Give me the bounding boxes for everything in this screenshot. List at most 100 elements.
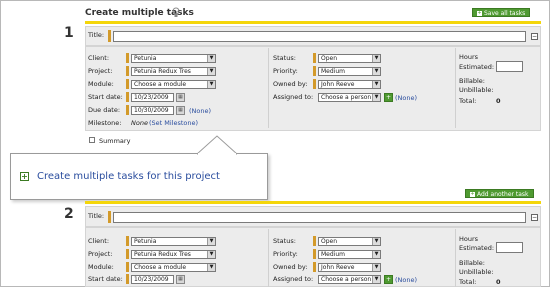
start-date-label: Start date: xyxy=(88,275,123,283)
project-label: Project: xyxy=(88,250,113,258)
required-marker xyxy=(313,53,316,63)
task-2-header-bar xyxy=(85,201,541,204)
unbillable-label: Unbillable: xyxy=(459,268,494,276)
assigned-to-label: Assigned to: xyxy=(273,93,314,101)
due-date-none-link[interactable]: (None) xyxy=(189,107,211,115)
collapse-icon[interactable]: − xyxy=(531,33,538,40)
owned-by-label: Owned by: xyxy=(273,263,308,271)
required-marker xyxy=(313,262,316,272)
plus-icon: + xyxy=(477,10,482,16)
assigned-to-select[interactable]: Choose a person ▼ xyxy=(318,93,381,102)
project-select[interactable]: Petunia Redux Tres ▼ xyxy=(131,250,216,259)
milestone-value: None xyxy=(131,119,148,127)
module-label: Module: xyxy=(88,263,114,271)
divider xyxy=(268,48,269,128)
task-number: 2 xyxy=(64,206,74,222)
calendar-icon[interactable]: ▦ xyxy=(176,275,185,284)
module-label: Module: xyxy=(88,80,114,88)
title-label: Title: xyxy=(88,31,105,39)
required-marker xyxy=(126,79,129,89)
project-select[interactable]: Petunia Redux Tres ▼ xyxy=(131,67,216,76)
collapse-icon[interactable]: − xyxy=(531,214,538,221)
estimated-hours-input[interactable] xyxy=(496,61,523,72)
client-select[interactable]: Petunia ▼ xyxy=(131,237,216,246)
project-label: Project: xyxy=(88,67,113,75)
chevron-down-icon: ▼ xyxy=(372,55,380,62)
plus-icon: + xyxy=(470,191,475,197)
required-marker xyxy=(126,66,129,76)
priority-label: Priority: xyxy=(273,250,298,258)
due-date-label: Due date: xyxy=(88,106,121,114)
chevron-down-icon: ▼ xyxy=(207,264,215,271)
assigned-to-select[interactable]: Choose a person ▼ xyxy=(318,275,381,284)
chevron-down-icon: ▼ xyxy=(372,238,380,245)
callout-pointer xyxy=(197,135,237,155)
summary-checkbox[interactable] xyxy=(89,137,95,143)
summary-label: Summary xyxy=(99,137,131,145)
total-label: Total: xyxy=(459,97,477,105)
required-marker xyxy=(108,30,111,42)
assigned-none-link[interactable]: (None) xyxy=(395,94,417,102)
add-assignee-icon[interactable]: + xyxy=(384,275,393,284)
start-date-input[interactable]: 10/23/2009 xyxy=(131,93,174,102)
hours-label: Hours xyxy=(459,235,479,243)
chevron-down-icon: ▼ xyxy=(372,81,380,88)
required-marker xyxy=(313,66,316,76)
add-another-task-button[interactable]: + Add another task xyxy=(465,189,534,198)
chevron-down-icon: ▼ xyxy=(372,94,380,101)
status-select[interactable]: Open ▼ xyxy=(318,54,381,63)
priority-label: Priority: xyxy=(273,67,298,75)
client-label: Client: xyxy=(88,54,110,62)
title-input[interactable] xyxy=(113,31,526,42)
billable-label: Billable: xyxy=(459,259,485,267)
estimated-label: Estimated: xyxy=(459,244,495,252)
lightbulb-icon xyxy=(172,7,180,17)
required-marker xyxy=(126,249,129,259)
chevron-down-icon: ▼ xyxy=(372,68,380,75)
due-date-input[interactable]: 10/30/2009 xyxy=(131,106,174,115)
unbillable-label: Unbillable: xyxy=(459,86,494,94)
add-assignee-icon[interactable]: + xyxy=(384,93,393,102)
divider xyxy=(455,48,456,128)
chevron-down-icon: ▼ xyxy=(207,55,215,62)
status-select[interactable]: Open ▼ xyxy=(318,237,381,246)
title-input[interactable] xyxy=(113,212,526,223)
estimated-label: Estimated: xyxy=(459,63,495,71)
estimated-hours-input[interactable] xyxy=(496,242,523,253)
task-1-header-bar xyxy=(85,21,541,24)
hours-label: Hours xyxy=(459,53,479,61)
calendar-icon[interactable]: ▦ xyxy=(176,93,185,102)
module-select[interactable]: Choose a module ▼ xyxy=(131,263,216,272)
required-marker xyxy=(126,92,129,102)
client-select[interactable]: Petunia ▼ xyxy=(131,54,216,63)
assigned-none-link[interactable]: (None) xyxy=(395,276,417,284)
required-marker xyxy=(313,249,316,259)
chevron-down-icon: ▼ xyxy=(207,68,215,75)
task-number: 1 xyxy=(64,25,74,41)
save-all-tasks-button[interactable]: + Save all tasks xyxy=(472,8,531,17)
chevron-down-icon: ▼ xyxy=(207,238,215,245)
required-marker xyxy=(313,236,316,246)
required-marker xyxy=(126,274,129,284)
total-value: 0 xyxy=(496,278,501,286)
owned-by-select[interactable]: John Reeve ▼ xyxy=(318,80,381,89)
divider xyxy=(455,229,456,287)
chevron-down-icon: ▼ xyxy=(207,81,215,88)
required-marker xyxy=(126,53,129,63)
title-label: Title: xyxy=(88,212,105,220)
required-marker xyxy=(126,105,129,115)
calendar-icon[interactable]: ▦ xyxy=(176,106,185,115)
plus-icon: + xyxy=(20,172,29,181)
start-date-input[interactable]: 10/23/2009 xyxy=(131,275,174,284)
client-label: Client: xyxy=(88,237,110,245)
chevron-down-icon: ▼ xyxy=(372,264,380,271)
set-milestone-link[interactable]: (Set Milestone) xyxy=(149,119,198,127)
required-marker xyxy=(108,211,111,223)
priority-select[interactable]: Medium ▼ xyxy=(318,67,381,76)
priority-select[interactable]: Medium ▼ xyxy=(318,250,381,259)
module-select[interactable]: Choose a module ▼ xyxy=(131,80,216,89)
owned-by-select[interactable]: John Reeve ▼ xyxy=(318,263,381,272)
required-marker xyxy=(126,262,129,272)
callout-text: Create multiple tasks for this project xyxy=(37,171,220,182)
total-value: 0 xyxy=(496,97,501,105)
